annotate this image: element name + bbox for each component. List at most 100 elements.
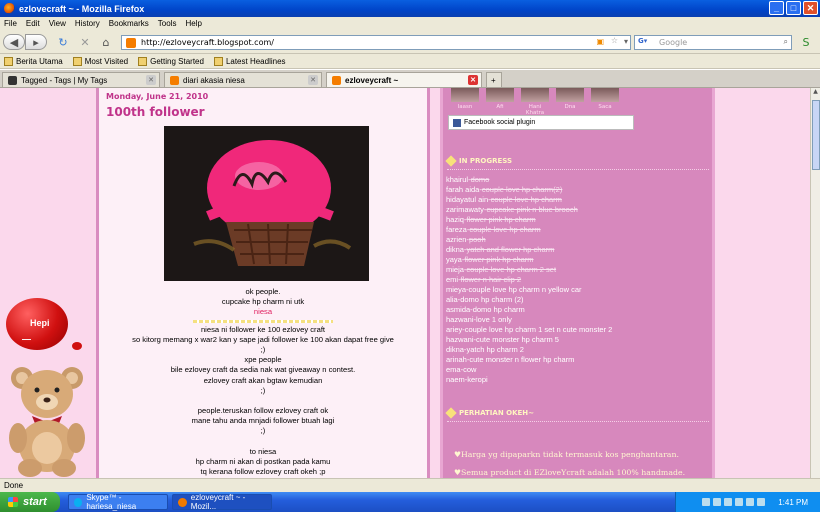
- title-bar: ezlovecraft ~ - Mozilla Firefox _ □ ✕: [0, 0, 820, 17]
- order-item: hazwani-cute monster hp charm 5: [446, 335, 612, 345]
- skype-addon-icon[interactable]: S: [798, 34, 814, 50]
- new-tab-button[interactable]: +: [486, 72, 502, 87]
- order-product: couple love hp charm 1 set n cute monste…: [464, 325, 613, 334]
- tab-diari[interactable]: diari akasia niesa ✕: [164, 72, 322, 87]
- search-placeholder: Google: [659, 38, 688, 47]
- tray-update-icon[interactable]: [757, 498, 766, 506]
- avatar[interactable]: [451, 88, 479, 102]
- cupcake-charm-photo[interactable]: [164, 126, 369, 281]
- order-item: asmida-domo hp charm: [446, 305, 612, 315]
- url-text: http://ezloveycraft.blogspot.com/: [141, 38, 274, 47]
- search-input[interactable]: G▾ Google ⌕: [634, 35, 792, 50]
- bookmark-most-visited[interactable]: Most Visited: [72, 56, 128, 66]
- order-product: love 1 only: [476, 315, 512, 324]
- bookmark-label: Getting Started: [150, 56, 204, 66]
- order-item: haziq-flower pink hp charm: [446, 215, 612, 225]
- facebook-social-plugin[interactable]: Facebook social plugin: [448, 115, 634, 130]
- tray-volume-icon[interactable]: [735, 498, 744, 506]
- heading-label: IN PROGRESS: [459, 157, 513, 165]
- bookmark-latest-headlines[interactable]: Latest Headlines: [213, 56, 286, 66]
- taskbar-firefox[interactable]: ezloveycraft ~ - Mozil...: [172, 493, 272, 511]
- post-line: to niesa: [249, 446, 277, 456]
- post-column: Monday, June 21, 2010 100th follower ok …: [96, 88, 430, 478]
- tab-label: diari akasia niesa: [183, 75, 245, 85]
- minimize-button[interactable]: _: [769, 1, 784, 15]
- avatar[interactable]: [486, 88, 514, 102]
- close-tab-icon[interactable]: ✕: [146, 75, 156, 85]
- menu-help[interactable]: Help: [185, 19, 201, 28]
- tray-shield-icon[interactable]: [702, 498, 711, 506]
- close-tab-icon[interactable]: ✕: [468, 75, 478, 85]
- maximize-button[interactable]: □: [786, 1, 801, 15]
- teddy-bear-image: [9, 367, 85, 477]
- tray-skype-icon[interactable]: [724, 498, 733, 506]
- heading-label: PERHATIAN OKEH~: [459, 409, 535, 417]
- post-title[interactable]: 100th follower: [106, 105, 205, 119]
- order-product: cute monster hp charm 5: [476, 335, 559, 344]
- home-icon: ⌂: [102, 35, 110, 49]
- star-icon: [445, 407, 457, 419]
- order-item: khairul-domo: [446, 175, 612, 185]
- url-bar[interactable]: http://ezloveycraft.blogspot.com/ ▣ ☆ ▾: [121, 35, 631, 50]
- start-button[interactable]: start: [0, 492, 60, 512]
- forward-arrow-icon: ▸: [33, 35, 39, 49]
- google-engine-icon[interactable]: G▾: [638, 37, 656, 48]
- order-item: zarimawaty-cupcake pink n blue brooch: [446, 205, 612, 215]
- order-list: khairul-domo farah aida-couple love hp ch…: [446, 175, 612, 385]
- avatar[interactable]: [521, 88, 549, 102]
- scroll-up-icon[interactable]: ▲: [811, 88, 820, 95]
- order-customer: dikna-: [446, 345, 467, 354]
- left-decoration: Hepi —: [0, 88, 95, 478]
- order-item: mieya-couple love hp charm n yellow car: [446, 285, 612, 295]
- blogger-favicon-icon: [332, 75, 341, 85]
- reload-button[interactable]: ↻: [56, 34, 70, 50]
- stop-button[interactable]: ✕: [78, 34, 92, 50]
- taskbar: start Skype™ - hariesa_niesa ezloveycraf…: [0, 492, 820, 512]
- note-shipping: ♥Harga yg dipaparkn tidak termasuk kos p…: [454, 450, 679, 459]
- search-icon[interactable]: ⌕: [784, 37, 788, 47]
- menu-edit[interactable]: Edit: [26, 19, 40, 28]
- avatar[interactable]: [591, 88, 619, 102]
- home-button[interactable]: ⌂: [99, 34, 113, 50]
- bookmark-getting-started[interactable]: Getting Started: [138, 56, 204, 66]
- order-customer: mieya-: [446, 285, 469, 294]
- close-tab-icon[interactable]: ✕: [308, 75, 318, 85]
- order-customer: alia-: [446, 295, 461, 304]
- order-customer: arinah-: [446, 355, 470, 364]
- order-item: dikna-yatch hp charm 2: [446, 345, 612, 355]
- order-product: cupcake pink n blue brooch: [486, 205, 578, 214]
- order-product: domo hp charm (2): [460, 295, 524, 304]
- tray-network-icon[interactable]: [713, 498, 722, 506]
- tab-label: Tagged - Tags | My Tags: [21, 75, 108, 85]
- taskbar-skype[interactable]: Skype™ - hariesa_niesa: [68, 493, 168, 511]
- tab-bar: Tagged - Tags | My Tags ✕ diari akasia n…: [0, 70, 820, 88]
- bookmark-label: Berita Utama: [16, 56, 63, 66]
- order-customer: ariey-: [446, 325, 465, 334]
- menu-file[interactable]: File: [4, 19, 17, 28]
- tab-tagged[interactable]: Tagged - Tags | My Tags ✕: [2, 72, 160, 87]
- speech-bubble: Hepi —: [6, 298, 68, 350]
- post-line: niesa ni follower ke 100 ezlovey craft: [200, 324, 326, 334]
- forward-button[interactable]: ▸: [25, 34, 47, 50]
- menu-history[interactable]: History: [75, 19, 100, 28]
- taskbar-label: Skype™ - hariesa_niesa: [86, 493, 137, 511]
- order-product: couple love hp charm(2): [481, 185, 563, 194]
- vertical-scrollbar[interactable]: ▲: [810, 88, 820, 478]
- bookmark-star-icon[interactable]: ☆: [611, 36, 618, 45]
- menu-view[interactable]: View: [49, 19, 66, 28]
- back-button[interactable]: ◀: [3, 34, 25, 50]
- tab-ezloveycraft[interactable]: ezloveycraft ~ ✕: [326, 72, 482, 87]
- bookmark-berita-utama[interactable]: Berita Utama: [4, 56, 63, 66]
- column-gutter: [430, 88, 440, 478]
- scrollbar-thumb[interactable]: [812, 100, 820, 170]
- avatar[interactable]: [556, 88, 584, 102]
- tray-antivirus-icon[interactable]: [746, 498, 755, 506]
- rss-icon[interactable]: ▣: [596, 37, 604, 46]
- url-dropdown-icon[interactable]: ▾: [624, 37, 628, 46]
- close-window-button[interactable]: ✕: [803, 1, 818, 15]
- system-tray: 1:41 PM: [675, 492, 820, 512]
- menu-bookmarks[interactable]: Bookmarks: [109, 19, 149, 28]
- menu-tools[interactable]: Tools: [158, 19, 177, 28]
- taskbar-label: ezloveycraft ~ - Mozil...: [190, 493, 246, 511]
- post-line: ;): [260, 345, 266, 355]
